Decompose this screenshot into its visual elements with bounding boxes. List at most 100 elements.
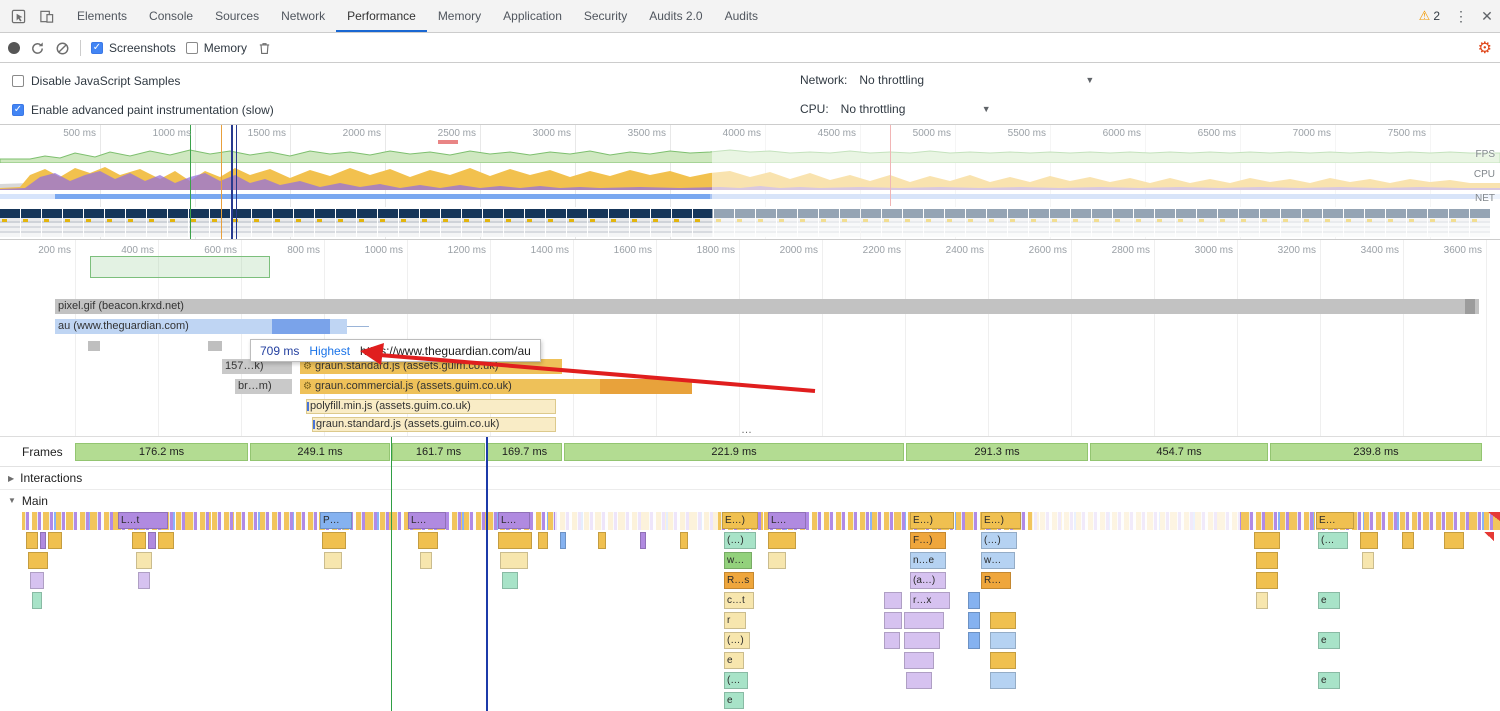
flame-block[interactable] — [1256, 592, 1268, 609]
flame-block[interactable]: L… — [768, 512, 806, 529]
network-overflow-ellipsis[interactable]: … — [741, 424, 754, 436]
screenshots-checkbox[interactable] — [91, 42, 103, 54]
memory-checkbox[interactable] — [186, 42, 198, 54]
main-flame-chart[interactable]: L…tP…L…L…E…)L…E…)E…)E…(…)w…R…sc…tr(…)e(…… — [0, 511, 1500, 711]
frame-bar[interactable]: 161.7 ms — [392, 443, 485, 461]
console-warning-badge[interactable]: ⚠ 2 — [1411, 8, 1448, 24]
flame-block[interactable]: E…) — [910, 512, 954, 529]
frame-bar[interactable]: 169.7 ms — [487, 443, 562, 461]
flame-block[interactable]: w… — [981, 552, 1015, 569]
flame-block[interactable] — [884, 592, 902, 609]
frame-bar[interactable]: 221.9 ms — [564, 443, 904, 461]
filmstrip-thumbnail[interactable] — [651, 207, 671, 237]
flame-block[interactable] — [598, 532, 606, 549]
flame-block[interactable] — [418, 532, 438, 549]
filmstrip-thumbnail[interactable] — [567, 207, 587, 237]
filmstrip-thumbnail[interactable] — [105, 207, 125, 237]
flame-block[interactable] — [40, 532, 46, 549]
device-toolbar-icon[interactable] — [32, 0, 60, 32]
flame-block[interactable] — [324, 552, 342, 569]
flame-block[interactable]: (…) — [724, 532, 756, 549]
timeline-overview[interactable]: 500 ms1000 ms1500 ms2000 ms2500 ms3000 m… — [0, 125, 1500, 240]
flame-block[interactable]: R… — [981, 572, 1011, 589]
flame-block[interactable]: F…) — [910, 532, 946, 549]
flame-block[interactable] — [498, 532, 532, 549]
filmstrip-thumbnail[interactable] — [294, 207, 314, 237]
flame-block[interactable]: (… — [724, 672, 748, 689]
filmstrip-thumbnail[interactable] — [441, 207, 461, 237]
frame-bar[interactable]: 291.3 ms — [906, 443, 1088, 461]
filmstrip-thumbnail[interactable] — [336, 207, 356, 237]
network-request[interactable]: ⚙graun.commercial.js (assets.guim.co.uk) — [300, 379, 692, 394]
network-request[interactable]: pixel.gif (beacon.krxd.net) — [55, 299, 1479, 314]
filmstrip-thumbnail[interactable] — [168, 207, 188, 237]
record-button[interactable] — [8, 42, 20, 54]
flame-block[interactable] — [136, 552, 152, 569]
filmstrip-thumbnail[interactable] — [147, 207, 167, 237]
flame-block[interactable] — [26, 532, 38, 549]
flame-block[interactable] — [990, 612, 1016, 629]
flame-block[interactable] — [884, 612, 902, 629]
network-request[interactable]: au (www.theguardian.com) — [55, 319, 347, 334]
flame-block[interactable] — [1444, 532, 1464, 549]
flame-block[interactable] — [1362, 552, 1374, 569]
flame-block[interactable] — [1256, 572, 1278, 589]
flame-block[interactable] — [48, 532, 62, 549]
flame-block[interactable] — [768, 552, 786, 569]
filmstrip-thumbnail[interactable] — [273, 207, 293, 237]
frame-bar[interactable]: 454.7 ms — [1090, 443, 1268, 461]
flame-block[interactable] — [560, 532, 566, 549]
filmstrip-thumbnail[interactable] — [252, 207, 272, 237]
filmstrip-thumbnail[interactable] — [483, 207, 503, 237]
tab-elements[interactable]: Elements — [66, 0, 138, 32]
inspect-element-icon[interactable] — [4, 0, 32, 32]
tab-memory[interactable]: Memory — [427, 0, 492, 32]
flame-block[interactable]: e — [724, 652, 744, 669]
close-button[interactable]: ✕ — [1474, 8, 1500, 25]
network-mini-bar[interactable] — [88, 341, 100, 351]
flame-block[interactable] — [906, 672, 932, 689]
cpu-throttle-select[interactable]: No throttling ▼ — [841, 102, 991, 116]
filmstrip-thumbnail[interactable] — [525, 207, 545, 237]
disable-js-samples-checkbox[interactable] — [12, 75, 24, 87]
filmstrip-thumbnail[interactable] — [63, 207, 83, 237]
filmstrip-thumbnail[interactable] — [84, 207, 104, 237]
flame-block[interactable]: e — [1318, 632, 1340, 649]
flame-block[interactable] — [32, 592, 42, 609]
flame-block[interactable] — [968, 632, 980, 649]
flame-block[interactable] — [904, 612, 944, 629]
network-request[interactable]: br…m) — [235, 379, 292, 394]
flame-block[interactable] — [500, 552, 528, 569]
filmstrip-thumbnail[interactable] — [462, 207, 482, 237]
flame-block[interactable] — [158, 532, 174, 549]
flame-block[interactable] — [132, 532, 146, 549]
flame-block[interactable] — [884, 632, 900, 649]
flame-block[interactable]: L… — [408, 512, 446, 529]
flame-block[interactable] — [990, 652, 1016, 669]
flame-block[interactable] — [1256, 552, 1278, 569]
flame-block[interactable]: e — [1318, 672, 1340, 689]
flame-block[interactable]: P… — [320, 512, 352, 529]
flame-block[interactable]: (…) — [724, 632, 750, 649]
filmstrip-thumbnail[interactable] — [672, 207, 692, 237]
filmstrip-thumbnail[interactable] — [0, 207, 20, 237]
tab-performance[interactable]: Performance — [336, 0, 427, 32]
filmstrip-thumbnail[interactable] — [357, 207, 377, 237]
flame-block[interactable] — [138, 572, 150, 589]
tab-application[interactable]: Application — [492, 0, 573, 32]
reload-and-profile-button[interactable] — [30, 41, 45, 56]
tab-console[interactable]: Console — [138, 0, 204, 32]
flame-block[interactable]: L… — [498, 512, 530, 529]
flame-block[interactable]: E… — [1316, 512, 1354, 529]
flame-block[interactable]: L…t — [118, 512, 168, 529]
flame-block[interactable] — [322, 532, 346, 549]
network-request[interactable]: polyfill.min.js (assets.guim.co.uk) — [306, 399, 556, 414]
filmstrip-thumbnail[interactable] — [21, 207, 41, 237]
filmstrip-thumbnail[interactable] — [42, 207, 62, 237]
flame-block[interactable] — [768, 532, 796, 549]
flame-block[interactable]: e — [724, 692, 744, 709]
flame-block[interactable] — [502, 572, 518, 589]
flame-block[interactable]: w… — [724, 552, 752, 569]
flame-block[interactable]: r — [724, 612, 746, 629]
flame-block[interactable]: r…x — [910, 592, 950, 609]
